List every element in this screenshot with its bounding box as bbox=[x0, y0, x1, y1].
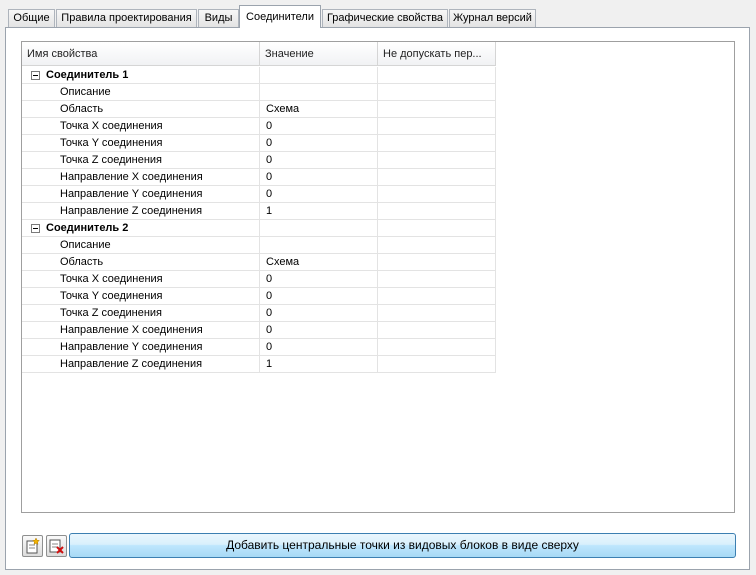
property-name: Точка Z соединения bbox=[22, 152, 260, 169]
group-row-connector-1[interactable]: Соединитель 1 bbox=[22, 67, 496, 84]
property-name: Область bbox=[22, 101, 260, 118]
property-lock[interactable] bbox=[378, 118, 496, 135]
property-value[interactable]: 0 bbox=[260, 271, 378, 288]
property-value[interactable]: 0 bbox=[260, 339, 378, 356]
collapse-icon[interactable] bbox=[31, 71, 40, 80]
property-row[interactable]: Направление Y соединения 0 bbox=[22, 186, 496, 203]
property-name: Направление Z соединения bbox=[22, 203, 260, 220]
property-name: Точка X соединения bbox=[22, 271, 260, 288]
property-row[interactable]: Точка Y соединения 0 bbox=[22, 135, 496, 152]
property-row[interactable]: Область Схема bbox=[22, 101, 496, 118]
property-lock[interactable] bbox=[378, 203, 496, 220]
property-name: Описание bbox=[22, 237, 260, 254]
column-header-property-name[interactable]: Имя свойства bbox=[22, 42, 260, 65]
property-value[interactable]: 1 bbox=[260, 203, 378, 220]
property-name: Направление Y соединения bbox=[22, 186, 260, 203]
property-lock[interactable] bbox=[378, 288, 496, 305]
property-row[interactable]: Точка Z соединения 0 bbox=[22, 305, 496, 322]
property-value[interactable]: 0 bbox=[260, 288, 378, 305]
property-lock[interactable] bbox=[378, 305, 496, 322]
property-name: Точка X соединения bbox=[22, 118, 260, 135]
property-value[interactable]: 0 bbox=[260, 322, 378, 339]
property-name: Точка Y соединения bbox=[22, 135, 260, 152]
property-value[interactable]: Схема bbox=[260, 254, 378, 271]
tab-design-rules[interactable]: Правила проектирования bbox=[56, 9, 197, 27]
property-row[interactable]: Точка X соединения 0 bbox=[22, 118, 496, 135]
tab-graphic-properties[interactable]: Графические свойства bbox=[322, 9, 448, 27]
property-name: Точка Y соединения bbox=[22, 288, 260, 305]
property-lock[interactable] bbox=[378, 186, 496, 203]
group-label: Соединитель 2 bbox=[46, 222, 129, 234]
property-value[interactable]: 0 bbox=[260, 186, 378, 203]
property-lock[interactable] bbox=[378, 237, 496, 254]
connectors-panel: Имя свойства Значение Не допускать пер..… bbox=[5, 27, 750, 570]
group-label: Соединитель 1 bbox=[46, 69, 129, 81]
property-lock[interactable] bbox=[378, 322, 496, 339]
tab-bar: Общие Правила проектирования Виды Соедин… bbox=[0, 0, 756, 28]
property-name: Область bbox=[22, 254, 260, 271]
property-name: Направление Y соединения bbox=[22, 339, 260, 356]
property-lock[interactable] bbox=[378, 152, 496, 169]
property-lock[interactable] bbox=[378, 84, 496, 101]
property-lock[interactable] bbox=[378, 254, 496, 271]
property-row[interactable]: Описание bbox=[22, 84, 496, 101]
collapse-icon[interactable] bbox=[31, 224, 40, 233]
property-row[interactable]: Направление X соединения 0 bbox=[22, 322, 496, 339]
tab-version-history[interactable]: Журнал версий bbox=[449, 9, 536, 27]
property-value[interactable]: 0 bbox=[260, 169, 378, 186]
property-grid[interactable]: Имя свойства Значение Не допускать пер..… bbox=[21, 41, 735, 513]
property-row[interactable]: Точка Z соединения 0 bbox=[22, 152, 496, 169]
add-connector-icon bbox=[23, 537, 42, 559]
property-value[interactable]: 0 bbox=[260, 135, 378, 152]
column-header-value[interactable]: Значение bbox=[260, 42, 378, 65]
property-value[interactable] bbox=[260, 237, 378, 254]
property-lock[interactable] bbox=[378, 169, 496, 186]
property-row[interactable]: Точка X соединения 0 bbox=[22, 271, 496, 288]
grid-header: Имя свойства Значение Не допускать пер..… bbox=[22, 42, 496, 66]
property-row[interactable]: Область Схема bbox=[22, 254, 496, 271]
property-row[interactable]: Направление X соединения 0 bbox=[22, 169, 496, 186]
property-value[interactable]: 0 bbox=[260, 118, 378, 135]
property-lock[interactable] bbox=[378, 356, 496, 373]
property-row[interactable]: Направление Y соединения 0 bbox=[22, 339, 496, 356]
property-row[interactable]: Описание bbox=[22, 237, 496, 254]
column-header-no-transfer[interactable]: Не допускать пер... bbox=[378, 42, 496, 65]
property-lock[interactable] bbox=[378, 339, 496, 356]
delete-connector-icon bbox=[47, 539, 66, 559]
property-lock[interactable] bbox=[378, 135, 496, 152]
property-value[interactable]: 0 bbox=[260, 152, 378, 169]
property-value[interactable]: Схема bbox=[260, 101, 378, 118]
property-row[interactable]: Направление Z соединения 1 bbox=[22, 203, 496, 220]
tab-connectors[interactable]: Соединители bbox=[239, 5, 321, 28]
property-name: Направление X соединения bbox=[22, 322, 260, 339]
property-name: Описание bbox=[22, 84, 260, 101]
property-value[interactable]: 0 bbox=[260, 305, 378, 322]
property-name: Точка Z соединения bbox=[22, 305, 260, 322]
property-row[interactable]: Направление Z соединения 1 bbox=[22, 356, 496, 373]
property-value[interactable]: 1 bbox=[260, 356, 378, 373]
delete-connector-button[interactable] bbox=[46, 535, 67, 557]
property-row[interactable]: Точка Y соединения 0 bbox=[22, 288, 496, 305]
add-connector-button[interactable] bbox=[22, 535, 43, 557]
group-row-connector-2[interactable]: Соединитель 2 bbox=[22, 220, 496, 237]
tab-views[interactable]: Виды bbox=[198, 9, 239, 27]
tab-general[interactable]: Общие bbox=[8, 9, 55, 27]
property-name: Направление X соединения bbox=[22, 169, 260, 186]
property-lock[interactable] bbox=[378, 101, 496, 118]
property-lock[interactable] bbox=[378, 271, 496, 288]
property-value[interactable] bbox=[260, 84, 378, 101]
property-name: Направление Z соединения bbox=[22, 356, 260, 373]
add-center-points-button[interactable]: Добавить центральные точки из видовых бл… bbox=[69, 533, 736, 558]
